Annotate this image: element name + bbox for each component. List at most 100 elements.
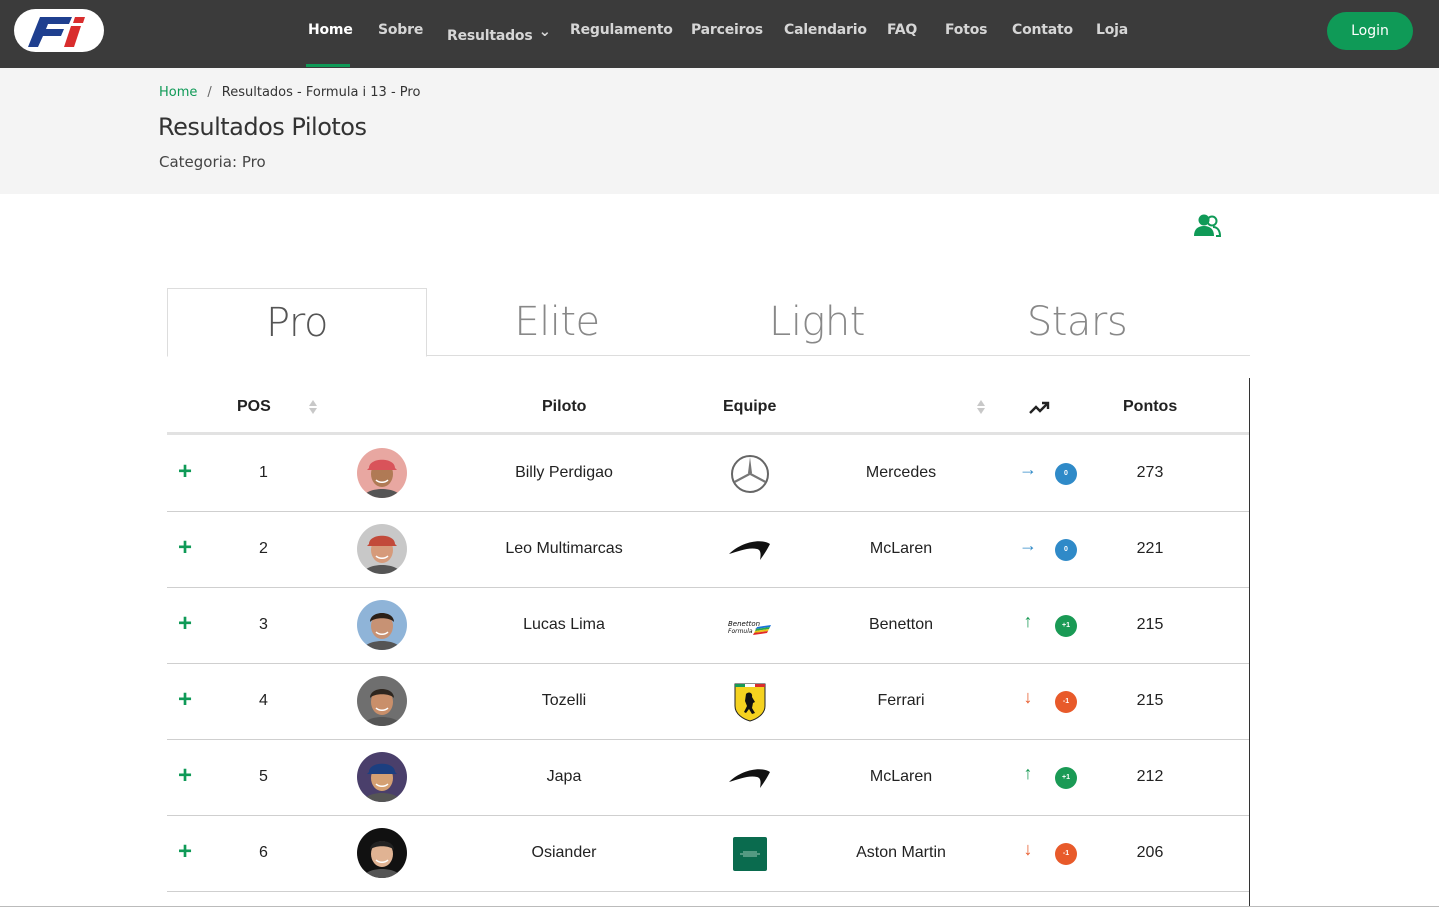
- ferrari-logo: [727, 682, 773, 722]
- page-header: Home / Resultados - Formula i 13 - Pro Res…: [0, 68, 1439, 194]
- tab-elite[interactable]: Elite: [427, 288, 687, 356]
- nav-loja-label: Loja: [1096, 22, 1128, 38]
- expand-row-icon[interactable]: +: [178, 460, 192, 484]
- nav-calendario-label: Calendario: [784, 22, 867, 38]
- points-value: 206: [1136, 844, 1164, 861]
- sort-pos-icon[interactable]: [309, 400, 317, 414]
- pilot-avatar: [357, 600, 407, 650]
- trend-up-icon: ↑: [1023, 611, 1033, 631]
- team-name: Mercedes: [865, 464, 937, 481]
- users-icon[interactable]: [1193, 213, 1222, 237]
- row-position: 3: [259, 616, 268, 633]
- team-name: McLaren: [869, 540, 933, 557]
- expand-row-icon[interactable]: +: [178, 688, 192, 712]
- breadcrumb-separator: /: [207, 85, 212, 100]
- pilot-name: Tozelli: [541, 692, 587, 709]
- trend-same-icon: →: [1019, 535, 1037, 555]
- trend-down-icon: ↓: [1023, 839, 1033, 859]
- mclaren-logo: [727, 758, 773, 798]
- nav-home[interactable]: Home: [308, 22, 353, 38]
- mclaren-logo: [727, 530, 773, 570]
- pilot-name: Japa: [546, 768, 582, 785]
- trend-down-icon: ↓: [1023, 687, 1033, 707]
- trending-up-icon: [1029, 401, 1051, 415]
- nav-contato[interactable]: Contato: [1012, 22, 1073, 38]
- points-value: 221: [1136, 540, 1164, 557]
- benetton-logo: Benetton Formula 1: [727, 606, 773, 646]
- category-subtitle: Categoria: Pro: [159, 153, 266, 171]
- nav-sobre[interactable]: Sobre: [378, 22, 423, 38]
- position-change-badge: -1: [1055, 843, 1077, 865]
- navbar: Home Sobre Resultados ⌄ Regulamento Parceiros…: [0, 0, 1439, 68]
- table-header: POS Piloto Equipe Pontos: [167, 378, 1249, 435]
- breadcrumb: Home / Resultados - Formula i 13 - Pro: [159, 85, 420, 100]
- breadcrumb-home-link[interactable]: Home: [159, 85, 197, 100]
- nav-regulamento-label: Regulamento: [570, 22, 673, 38]
- position-change-badge: +1: [1055, 615, 1077, 637]
- table-row[interactable]: +4 Tozelli Ferrari ↓ -1 215: [167, 664, 1249, 740]
- row-position: 1: [259, 464, 268, 481]
- header-pilot: Piloto: [542, 398, 587, 415]
- sort-team-icon[interactable]: [977, 400, 985, 414]
- results-table: POS Piloto Equipe Pontos +1 Billy Perdiga…: [167, 378, 1250, 907]
- nav-fotos-label: Fotos: [945, 22, 988, 38]
- table-row[interactable]: +5 Japa McLaren ↑ +1 212: [167, 740, 1249, 816]
- table-row[interactable]: +3 Lucas Lima Benetton Formula 1 Benetton ↑ +1…: [167, 588, 1249, 664]
- tab-stars[interactable]: Stars: [947, 288, 1207, 356]
- login-button[interactable]: Login: [1327, 12, 1413, 50]
- aston-martin-logo: [727, 834, 773, 874]
- trend-same-icon: →: [1019, 459, 1037, 479]
- tab-light[interactable]: Light: [687, 288, 947, 356]
- expand-row-icon[interactable]: +: [178, 840, 192, 864]
- site-logo[interactable]: [14, 9, 104, 52]
- pilot-name: Leo Multimarcas: [505, 540, 623, 557]
- nav-resultados-label: Resultados: [447, 28, 533, 44]
- pilot-avatar: [357, 752, 407, 802]
- nav-resultados[interactable]: Resultados ⌄: [447, 22, 551, 44]
- nav-parceiros-label: Parceiros: [691, 22, 763, 38]
- table-row[interactable]: +1 Billy Perdigao Mercedes → 0 273: [167, 436, 1249, 512]
- nav-sobre-label: Sobre: [378, 22, 424, 38]
- position-change-badge: +1: [1055, 767, 1077, 789]
- pilot-name: Billy Perdigao: [515, 464, 613, 481]
- team-name: Aston Martin: [856, 844, 946, 861]
- breadcrumb-current: Resultados - Formula i 13 - Pro: [221, 85, 421, 100]
- pilot-avatar: [357, 828, 407, 878]
- points-value: 215: [1136, 692, 1164, 709]
- pilot-avatar: [357, 524, 407, 574]
- position-change-badge: 0: [1055, 463, 1077, 485]
- row-position: 4: [259, 692, 268, 709]
- expand-row-icon[interactable]: +: [178, 536, 192, 560]
- position-change-badge: 0: [1055, 539, 1077, 561]
- nav-contato-label: Contato: [1012, 22, 1073, 38]
- table-row[interactable]: +6 Osiander Aston Martin ↓ -1 206: [167, 816, 1249, 892]
- points-value: 273: [1136, 464, 1164, 481]
- row-position: 6: [259, 844, 268, 861]
- nav-calendario[interactable]: Calendario: [784, 22, 867, 38]
- points-value: 215: [1136, 616, 1164, 633]
- expand-row-icon[interactable]: +: [178, 612, 192, 636]
- expand-row-icon[interactable]: +: [178, 764, 192, 788]
- nav-regulamento[interactable]: Regulamento: [570, 22, 673, 38]
- page-title: Resultados Pilotos: [158, 113, 367, 141]
- pilot-avatar: [357, 676, 407, 726]
- nav-faq[interactable]: FAQ: [887, 22, 917, 38]
- tab-pro[interactable]: Pro: [167, 288, 427, 357]
- nav-home-label: Home: [308, 22, 353, 38]
- pilot-name: Lucas Lima: [523, 616, 605, 633]
- team-name: Benetton: [868, 616, 934, 633]
- active-nav-indicator: [306, 64, 350, 67]
- svg-text:Benetton: Benetton: [728, 620, 760, 628]
- row-position: 2: [259, 540, 268, 557]
- team-name: McLaren: [869, 768, 933, 785]
- header-pos[interactable]: POS: [237, 398, 271, 416]
- table-row[interactable]: [167, 892, 1249, 912]
- table-row[interactable]: +2 Leo Multimarcas McLaren → 0 221: [167, 512, 1249, 588]
- mercedes-logo: [727, 454, 773, 494]
- nav-loja[interactable]: Loja: [1096, 22, 1128, 38]
- nav-fotos[interactable]: Fotos: [945, 22, 987, 38]
- nav-parceiros[interactable]: Parceiros: [691, 22, 763, 38]
- header-team[interactable]: Equipe: [723, 398, 776, 416]
- position-change-badge: -1: [1055, 691, 1077, 713]
- points-value: 212: [1136, 768, 1164, 785]
